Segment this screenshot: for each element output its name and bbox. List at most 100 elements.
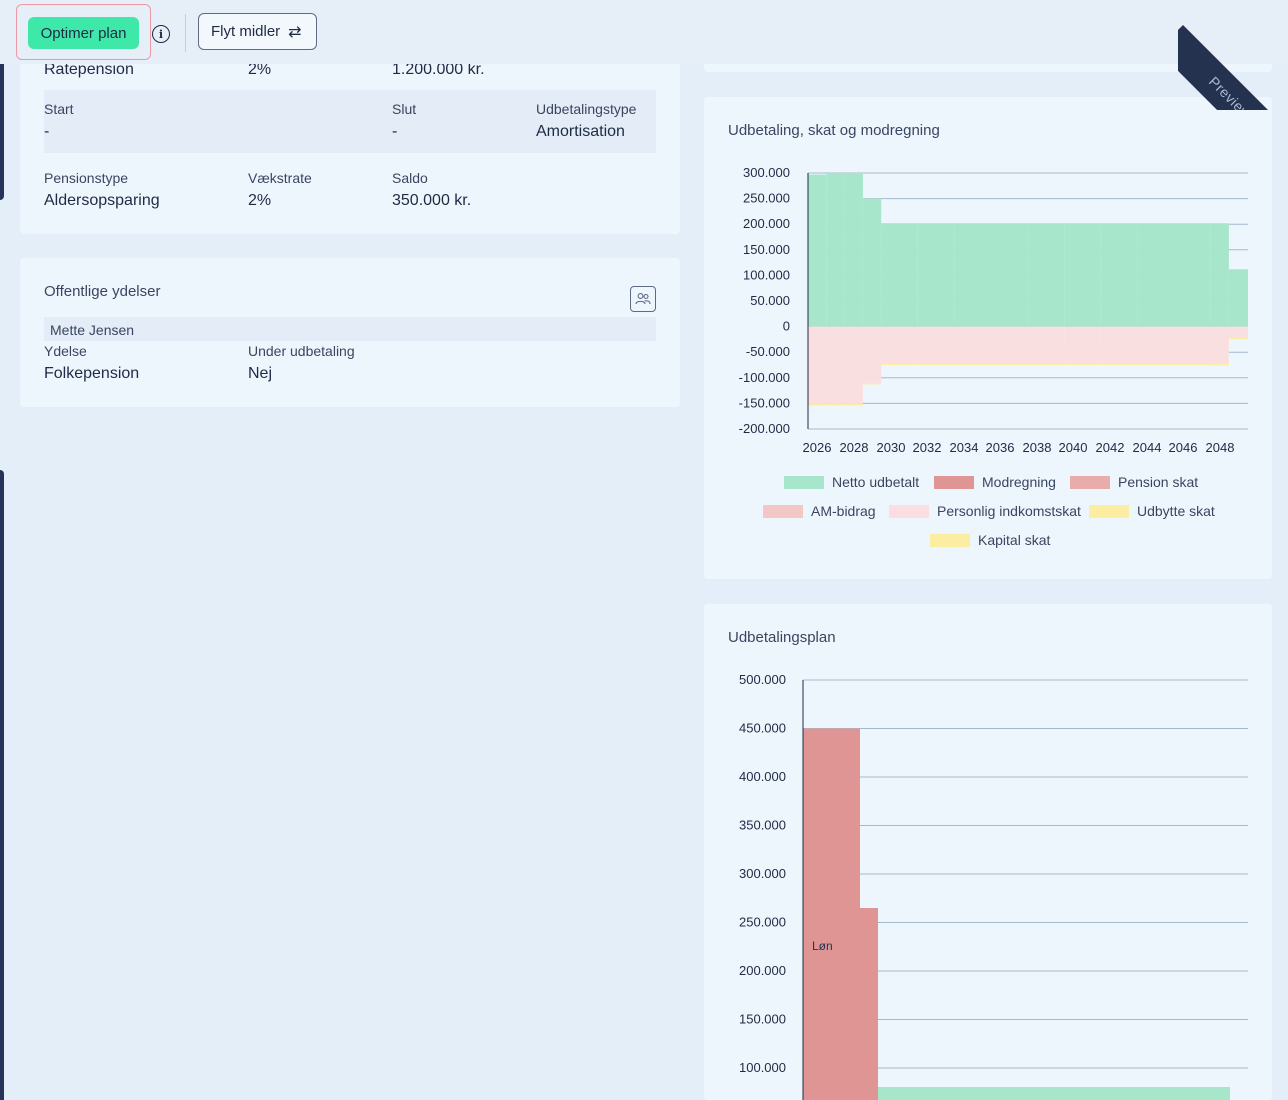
series-segment-udbytte-skat (1064, 363, 1101, 365)
series-segment-netto-udbetalt (844, 173, 863, 327)
people-icon[interactable] (630, 286, 656, 312)
series-segment-personlig-indkomstskat (917, 326, 955, 364)
growth-rate-value-2: 2% (248, 192, 272, 209)
x-tick: 2032 (913, 440, 942, 455)
series-segment-netto-udbetalt (1027, 223, 1065, 327)
series-segment-personlig-indkomstskat (808, 326, 827, 404)
legend-netto-udbetalt[interactable]: Netto udbetalt (784, 474, 919, 490)
preview-ribbon: Preview (1178, 0, 1288, 110)
y-tick: 250.000 (739, 915, 786, 930)
paying-label: Under udbetaling (248, 343, 355, 359)
legend-am-bidrag[interactable]: AM-bidrag (763, 503, 876, 519)
series-segment-personlig-indkomstskat (881, 326, 918, 364)
start-label: Start (44, 101, 74, 117)
lon-annotation: Løn (812, 939, 833, 953)
legend-swatch (934, 475, 974, 489)
left-edge-bar-bottom (0, 470, 4, 1100)
payout-details-row (44, 90, 656, 153)
series-segment-netto-udbetalt (954, 223, 991, 327)
lon-series-area (803, 728, 860, 1100)
legend-kapital-skat[interactable]: Kapital skat (930, 532, 1050, 548)
x-tick: 2034 (950, 440, 979, 455)
person-header-row (44, 317, 656, 341)
payout-type-label: Udbetalingstype (536, 101, 637, 117)
legend-label: Pension skat (1118, 474, 1199, 490)
preview-label: Preview (1178, 25, 1288, 110)
chart1-series (808, 173, 1248, 406)
chart1-y-ticks: 300.000 250.000 200.000 150.000 100.000 … (739, 165, 790, 436)
y-tick: 100.000 (739, 1060, 786, 1075)
benefit-label: Ydelse (44, 343, 87, 359)
series-segment-netto-udbetalt (826, 173, 845, 327)
series-segment-personlig-indkomstskat (862, 326, 882, 383)
series-segment-personlig-indkomstskat (1064, 326, 1101, 364)
x-tick: 2048 (1206, 440, 1235, 455)
legend-udbytte-skat[interactable]: Udbytte skat (1089, 503, 1215, 519)
payout-type-value: Amortisation (536, 123, 625, 140)
benefit-value: Folkepension (44, 365, 140, 382)
series-segment-netto-udbetalt (1210, 223, 1229, 327)
series-segment-netto-udbetalt (917, 223, 955, 327)
public-benefits-card: Offentlige ydelser Mette Jensen Ydelse F… (20, 258, 680, 407)
x-tick: 2030 (877, 440, 906, 455)
series-segment-personlig-indkomstskat (1228, 326, 1248, 338)
series-segment-netto-udbetalt (862, 198, 882, 327)
swap-arrows-icon: ⇄ (288, 22, 302, 41)
legend-label: Udbytte skat (1137, 503, 1215, 519)
series-segment-netto-udbetalt (1064, 223, 1101, 327)
series-segment-netto-udbetalt (881, 223, 918, 327)
y-tick: 450.000 (739, 721, 786, 736)
paying-value: Nej (248, 365, 273, 382)
legend-label: AM-bidrag (811, 503, 876, 519)
series-segment-netto-udbetalt (1228, 269, 1248, 327)
balance-label: Saldo (392, 170, 428, 186)
series-segment-netto-udbetalt (991, 223, 1028, 327)
legend-pension-skat[interactable]: Pension skat (1070, 474, 1198, 490)
series-segment-udbytte-skat (991, 363, 1028, 365)
legend-label: Modregning (982, 474, 1056, 490)
y-tick: 500.000 (739, 672, 786, 687)
growth-rate-label: Vækstrate (248, 170, 312, 186)
end-value: - (392, 123, 398, 140)
legend-modregning[interactable]: Modregning (934, 474, 1056, 490)
optimize-plan-button[interactable]: Optimer plan (28, 17, 139, 49)
y-tick: 150.000 (743, 242, 790, 257)
series-segment-netto-udbetalt (1100, 223, 1138, 327)
payout-plan-chart: Løn 500.000 450.000 400.000 350.000 300.… (739, 672, 1248, 1100)
x-tick: 2040 (1059, 440, 1088, 455)
move-funds-button[interactable]: Flyt midler ⇄ (198, 13, 317, 50)
y-tick: -150.000 (739, 395, 790, 410)
series-segment-udbytte-skat (1100, 363, 1138, 365)
top-toolbar: Optimer plan i Flyt midler ⇄ (0, 0, 1288, 64)
x-tick: 2036 (986, 440, 1015, 455)
series-segment-netto-udbetalt (1174, 223, 1211, 327)
y-tick: 300.000 (743, 165, 790, 180)
start-value: - (44, 123, 50, 140)
payout-tax-chart: 300.000 250.000 200.000 150.000 100.000 … (739, 165, 1248, 455)
y-tick: 200.000 (743, 216, 790, 231)
chart2-y-ticks: 500.000 450.000 400.000 350.000 300.000 … (739, 672, 786, 1075)
series-segment-personlig-indkomstskat (991, 326, 1028, 364)
x-tick: 2028 (840, 440, 869, 455)
person-name: Mette Jensen (50, 322, 135, 338)
y-tick: 150.000 (739, 1012, 786, 1027)
payout-plan-chart-title: Udbetalingsplan (728, 629, 836, 646)
y-tick: -100.000 (739, 370, 790, 385)
legend-personlig-indkomstskat[interactable]: Personlig indkomstskat (889, 503, 1081, 519)
series-segment-netto-udbetalt (808, 174, 827, 327)
pension-type-label: Pensionstype (44, 170, 129, 186)
balance-value-2: 350.000 kr. (392, 192, 472, 209)
end-label: Slut (392, 101, 417, 117)
legend-label: Kapital skat (978, 532, 1051, 548)
series-segment-personlig-indkomstskat (1174, 326, 1211, 364)
y-tick: 350.000 (739, 818, 786, 833)
y-tick: 0 (783, 319, 790, 334)
info-icon[interactable]: i (152, 25, 170, 43)
series-segment-udbytte-skat (826, 403, 845, 406)
x-tick: 2042 (1096, 440, 1125, 455)
optimize-focus-ring: Optimer plan (16, 4, 151, 60)
series-segment-personlig-indkomstskat (1100, 326, 1138, 364)
series-segment-personlig-indkomstskat (1210, 326, 1229, 364)
x-tick: 2038 (1023, 440, 1052, 455)
chart1-x-ticks: 2026 2028 2030 2032 2034 2036 2038 2040 … (803, 440, 1235, 455)
